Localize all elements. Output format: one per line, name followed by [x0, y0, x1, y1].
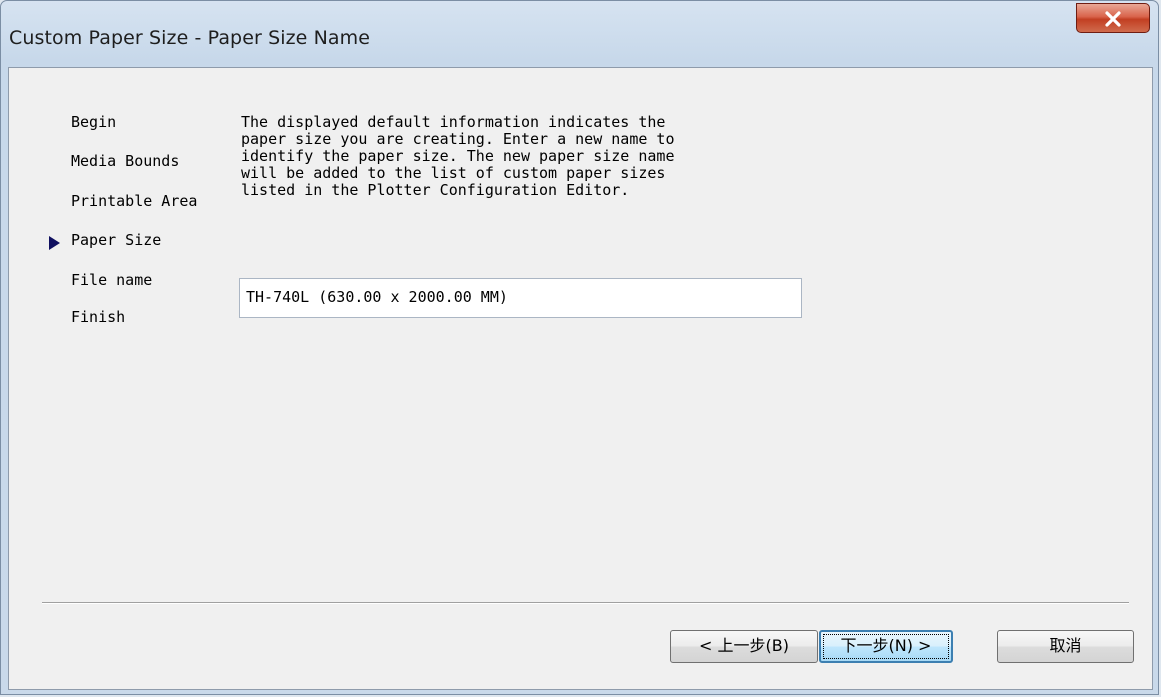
dialog-title: Custom Paper Size - Paper Size Name — [9, 27, 371, 49]
current-step-arrow-icon — [49, 236, 60, 250]
back-button[interactable]: < 上一步(B) — [670, 630, 818, 663]
next-button[interactable]: 下一步(N) > — [819, 630, 953, 663]
focus-rect — [823, 634, 949, 659]
step-begin: Begin — [71, 113, 117, 131]
cancel-button[interactable]: 取消 — [997, 630, 1134, 663]
dialog-content: Begin Media Bounds Printable Area Paper … — [8, 67, 1153, 690]
close-icon — [1105, 11, 1121, 27]
step-file-name: File name — [71, 271, 153, 289]
title-bar[interactable]: Custom Paper Size - Paper Size Name — [1, 1, 1158, 75]
paper-size-name-input[interactable]: TH-740L (630.00 x 2000.00 MM) — [239, 278, 802, 318]
step-media-bounds: Media Bounds — [71, 152, 180, 170]
instruction-text: The displayed default information indica… — [241, 113, 675, 199]
step-paper-size: Paper Size — [71, 231, 162, 249]
dialog-window: Custom Paper Size - Paper Size Name Begi… — [0, 0, 1159, 695]
close-button[interactable] — [1076, 3, 1150, 33]
button-separator — [42, 602, 1129, 604]
step-finish: Finish — [71, 308, 126, 326]
step-printable-area: Printable Area — [71, 192, 198, 210]
